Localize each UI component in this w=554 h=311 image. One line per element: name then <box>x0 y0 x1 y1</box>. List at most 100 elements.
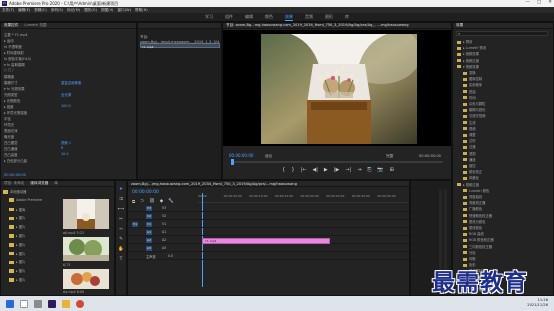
menu-marker[interactable]: 标记(M) <box>67 8 80 13</box>
effect-item[interactable]: 杂色与颗粒 <box>463 101 485 106</box>
project-tree-item[interactable]: 本地驱动器 <box>3 189 26 194</box>
track-a1-target[interactable]: A1 <box>146 230 152 235</box>
play-button[interactable]: ▶ <box>324 167 328 173</box>
ec-row-ambience[interactable]: 环境光 <box>4 122 14 127</box>
effect-item[interactable]: 模糊与锐化 <box>463 107 485 112</box>
app-taskbar-icon[interactable] <box>76 299 84 308</box>
tab-effect-controls[interactable]: 效果控件 <box>4 23 18 28</box>
workspace-color[interactable]: 颜色 <box>265 14 273 20</box>
ec-row-source[interactable]: 主要 * Y1.mp4 <box>4 32 28 37</box>
effect-item[interactable]: 颜色校正 <box>463 169 482 174</box>
effect-item[interactable]: 图像控制 <box>463 76 482 81</box>
program-playhead[interactable] <box>231 159 234 165</box>
windows-start-icon[interactable] <box>6 299 14 308</box>
selection-tool-icon[interactable]: ➤ <box>119 187 123 192</box>
master-volume-value[interactable]: 0.0 <box>168 254 173 258</box>
effect-item[interactable]: 亮度曲线 <box>463 194 482 199</box>
ec-row-radius[interactable]: 半径 <box>4 116 11 121</box>
effect-item[interactable]: 过时 <box>463 138 476 143</box>
pen-tool-icon[interactable]: ✎ <box>119 237 123 242</box>
lift-button[interactable]: ⇥ <box>357 167 361 173</box>
effect-item[interactable]: 广播颜色 <box>463 206 482 211</box>
ec-row-blurriness[interactable]: 模糊度 <box>4 74 14 79</box>
ec-row-mask-tools[interactable]: ○ □ ∕ <box>4 68 13 72</box>
workspace-learn[interactable]: 学习 <box>205 14 213 20</box>
thumbnail-greenery[interactable] <box>63 237 109 261</box>
program-fit-select[interactable]: 适合 <box>265 154 272 159</box>
maximize-button[interactable]: □ <box>537 0 541 5</box>
project-tree-item[interactable]: ▸ 图片 <box>9 277 25 282</box>
project-tree-item[interactable]: ▸ 图片 <box>9 242 25 247</box>
menu-edit[interactable]: 编辑(E) <box>18 8 30 13</box>
explorer-taskbar-icon[interactable] <box>62 299 70 308</box>
menu-view[interactable]: 视图(V) <box>101 8 113 13</box>
program-quality-select[interactable]: 完整 <box>386 154 393 159</box>
tab-project[interactable]: 项目: 未命名 <box>4 181 24 186</box>
effect-item[interactable]: 调整 <box>463 132 476 137</box>
ec-row-lighting[interactable]: ▾ fx 光照效果 <box>4 86 25 91</box>
ec-row-light-color[interactable]: ▸ 光照颜色 <box>4 98 20 103</box>
source-v1-patch[interactable]: V1 <box>132 222 138 227</box>
effect-item[interactable]: ▾ 视频效果 <box>457 64 479 69</box>
project-tree-item[interactable]: ▸ 图片 <box>9 259 25 264</box>
menu-help[interactable]: 帮助(H) <box>135 8 148 13</box>
hand-tool-icon[interactable]: ✋ <box>118 247 124 252</box>
effect-item[interactable]: 透视 <box>463 151 476 156</box>
ec-row-color-balance[interactable]: fx 颜色平衡(HLS) <box>4 56 31 61</box>
effect-item[interactable]: 三向颜色校正器 <box>463 244 492 249</box>
track-v2-target[interactable]: V2 <box>146 214 152 219</box>
ec-row-gaussian-blur[interactable]: ▾ fx 高斯模糊 <box>4 62 25 67</box>
ec-row-blur-dimensions[interactable]: 模糊尺寸 <box>4 80 18 85</box>
effect-item[interactable]: 更改为颜色 <box>463 219 485 224</box>
tab-effects[interactable]: 效果 <box>456 23 463 28</box>
step-forward-button[interactable]: |▶ <box>334 167 340 173</box>
effect-item[interactable]: RGB 颜色校正器 <box>463 237 494 242</box>
close-button[interactable]: ✕ <box>548 0 552 5</box>
effect-item[interactable]: ▸ 预设 <box>457 39 472 44</box>
project-tree-item[interactable]: ▸ 图片 <box>9 224 25 229</box>
ec-value-blur-dimensions[interactable]: 重复边缘像素 <box>61 80 81 85</box>
ec-row-motion[interactable]: ▸ 运动 <box>4 38 14 43</box>
track-a2-target[interactable]: A2 <box>146 238 152 243</box>
project-tree-item[interactable]: ▸ 图库 <box>9 207 25 212</box>
comparison-view-button[interactable]: ⊞ <box>390 167 394 173</box>
go-to-out-button[interactable]: →| <box>345 167 351 173</box>
tab-media-browser[interactable]: 媒体浏览器 <box>30 181 48 186</box>
tab-lumetri-scopes[interactable]: Lumetri 范围 <box>24 23 46 28</box>
slip-tool-icon[interactable]: ⇿ <box>119 227 123 232</box>
effect-item[interactable]: 均衡 <box>463 256 476 261</box>
effect-item[interactable]: 扭曲 <box>463 89 476 94</box>
track-v1-target[interactable]: V1 <box>146 222 152 227</box>
effect-item[interactable]: 变换 <box>463 70 476 75</box>
ec-row-light-type[interactable]: 光照类型 <box>4 92 18 97</box>
ec-row-bump-channel[interactable]: 凹凸通道 <box>4 146 18 151</box>
ec-value-intensity[interactable]: 100.0 <box>61 104 71 108</box>
ec-value-bump-height[interactable]: 10.0 <box>61 152 69 156</box>
extract-button[interactable]: ⎘ <box>367 167 371 173</box>
razor-tool-icon[interactable]: ✂ <box>119 217 123 222</box>
workspace-graphics[interactable]: 图形 <box>325 14 333 20</box>
go-to-in-button[interactable]: |← <box>301 167 307 173</box>
ec-row-white-bump[interactable]: ▸ 白色部分凸起 <box>4 158 27 163</box>
effect-item[interactable]: RGB 曲线 <box>463 231 484 236</box>
menu-graphics[interactable]: 图形(G) <box>84 8 97 13</box>
workspace-effects[interactable]: 效果 <box>285 14 293 21</box>
effect-item[interactable]: 风格化 <box>463 175 479 180</box>
ec-value-bump-layer[interactable]: 视频 1 <box>61 140 71 145</box>
effect-item[interactable]: 过渡 <box>463 144 476 149</box>
menu-clip[interactable]: 剪辑(C) <box>34 8 47 13</box>
premiere-taskbar-icon[interactable] <box>48 299 56 308</box>
timeline-title[interactable]: zoom,Bg(...)mg,haosuwang.com_2019_2034_H… <box>131 182 409 186</box>
workspace-editing[interactable]: 编辑 <box>245 14 253 20</box>
effect-item[interactable]: 通道 <box>463 157 476 162</box>
project-tree-item[interactable]: ▸ 图片 <box>9 268 25 273</box>
effect-item[interactable]: ▸ 视频过渡 <box>457 182 479 187</box>
project-tree-item[interactable]: ▸ 图片 <box>9 233 25 238</box>
timeline-clip[interactable]: Y1.mp4 <box>202 238 330 244</box>
ec-row-bump-layer[interactable]: 凹凸图层 <box>4 140 18 145</box>
mark-in-button[interactable]: { <box>282 167 285 173</box>
project-tree-item[interactable]: Adobe Premiere <box>9 198 42 202</box>
minimize-button[interactable]: — <box>525 0 530 5</box>
effect-item[interactable]: 亮度校正器 <box>463 200 485 205</box>
workspace-libraries[interactable]: 库 <box>345 14 349 20</box>
